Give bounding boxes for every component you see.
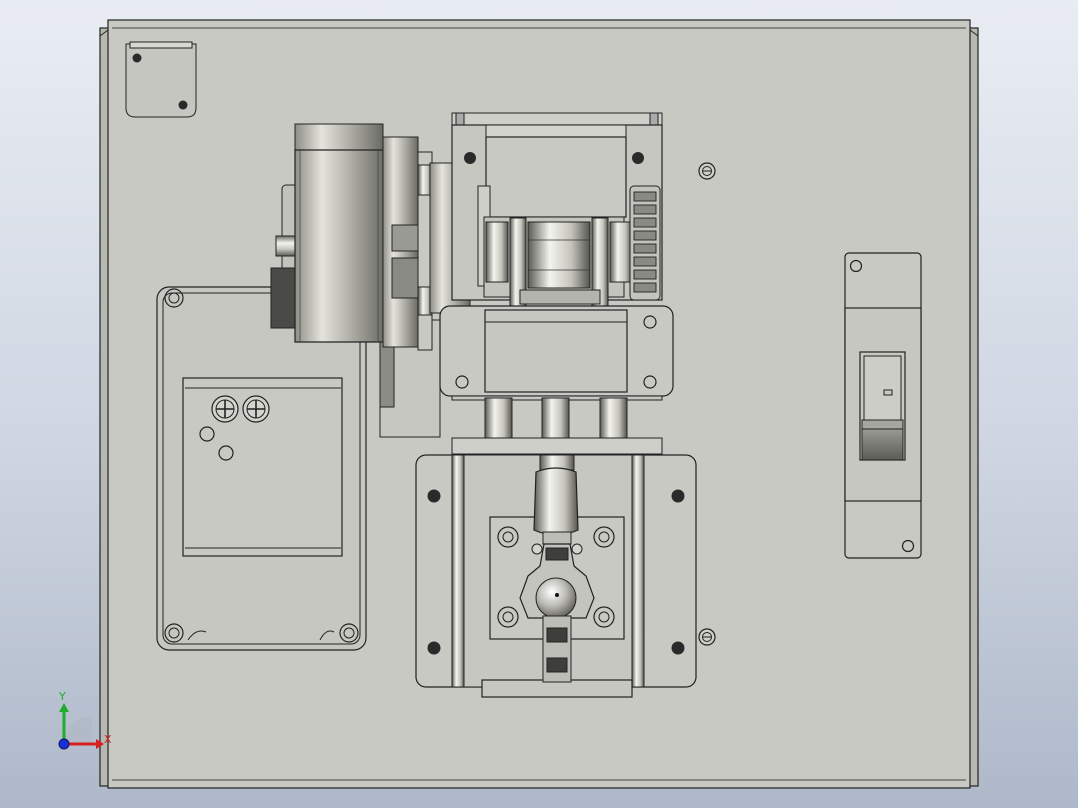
panel-screw xyxy=(698,162,716,180)
terminal-screw xyxy=(211,395,239,423)
cad-3d-viewport[interactable]: X Y xyxy=(0,0,1078,808)
clamp-block[interactable] xyxy=(439,305,674,401)
y-axis-arrowhead xyxy=(59,703,69,712)
terminal-screw xyxy=(242,395,270,423)
y-axis-label: Y xyxy=(58,690,66,703)
panel-screw xyxy=(698,628,716,646)
assembly-front-view[interactable]: X Y xyxy=(0,0,1078,808)
z-axis-indicator xyxy=(58,738,70,750)
corner-bracket[interactable] xyxy=(125,41,197,118)
circuit-breaker[interactable] xyxy=(844,252,922,559)
x-axis-label: X xyxy=(104,733,112,746)
gearbox-frame[interactable] xyxy=(451,112,663,307)
